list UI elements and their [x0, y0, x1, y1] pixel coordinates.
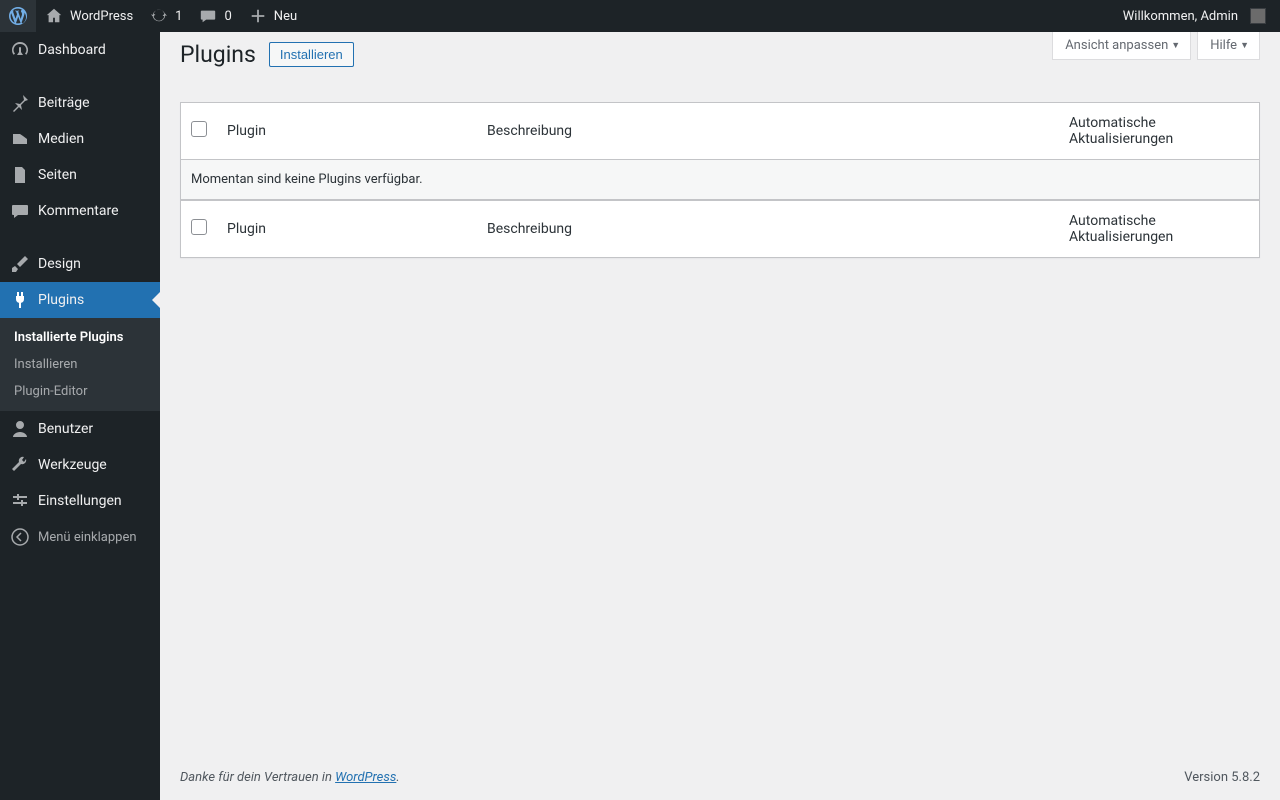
sidebar-item-label: Medien: [38, 131, 84, 147]
comment-icon: [10, 201, 30, 221]
plug-icon: [10, 290, 30, 310]
collapse-icon: [10, 527, 30, 547]
user-icon: [10, 419, 30, 439]
chevron-down-icon: ▼: [1171, 40, 1180, 51]
help-button[interactable]: Hilfe ▼: [1197, 32, 1260, 60]
sidebar-item-label: Plugins: [38, 292, 84, 308]
sidebar-item-comments[interactable]: Kommentare: [0, 193, 160, 229]
sidebar-item-settings[interactable]: Einstellungen: [0, 483, 160, 519]
select-all-header[interactable]: [181, 103, 217, 160]
submenu-item-install[interactable]: Installieren: [0, 351, 160, 378]
select-all-checkbox[interactable]: [191, 121, 207, 137]
wordpress-link[interactable]: WordPress: [335, 770, 396, 785]
brush-icon: [10, 254, 30, 274]
avatar-icon: [1250, 8, 1266, 24]
screen-options-label: Ansicht anpassen: [1065, 38, 1168, 53]
submenu-item-plugin-editor[interactable]: Plugin-Editor: [0, 378, 160, 405]
chevron-down-icon: ▼: [1240, 40, 1249, 51]
account-link[interactable]: Willkommen, Admin: [1115, 0, 1274, 32]
wrench-icon: [10, 455, 30, 475]
plugin-column-header[interactable]: Plugin: [217, 103, 477, 160]
footer-version: Version 5.8.2: [1184, 770, 1260, 785]
sidebar-item-label: Kommentare: [38, 203, 119, 219]
sidebar-item-pages[interactable]: Seiten: [0, 157, 160, 193]
comments-link[interactable]: 0: [190, 0, 239, 32]
plugin-column-footer[interactable]: Plugin: [217, 200, 477, 257]
plugins-table: Plugin Beschreibung Automatische Aktuali…: [180, 102, 1260, 258]
admin-footer: Danke für dein Vertrauen in WordPress. V…: [160, 755, 1280, 800]
updates-link[interactable]: 1: [141, 0, 190, 32]
media-icon: [10, 129, 30, 149]
updates-icon: [149, 6, 169, 26]
sidebar-item-users[interactable]: Benutzer: [0, 411, 160, 447]
select-all-checkbox-footer[interactable]: [191, 219, 207, 235]
footer-thanks: Danke für dein Vertrauen in WordPress.: [180, 770, 400, 785]
admin-toolbar: WordPress 1 0 Neu Willkommen, Admin: [0, 0, 1280, 32]
welcome-label: Willkommen, Admin: [1123, 9, 1238, 24]
new-content-link[interactable]: Neu: [240, 0, 305, 32]
sidebar-item-dashboard[interactable]: Dashboard: [0, 32, 160, 68]
wp-logo-link[interactable]: [0, 0, 36, 32]
updates-column-footer[interactable]: Automatische Aktualisierungen: [1059, 200, 1259, 257]
help-label: Hilfe: [1210, 38, 1237, 53]
collapse-menu-label: Menü einklappen: [38, 530, 137, 545]
admin-sidebar: Dashboard Beiträge Medien Seiten Komment…: [0, 32, 160, 800]
pin-icon: [10, 93, 30, 113]
page-header: Plugins Installieren: [180, 32, 1052, 72]
sidebar-item-label: Seiten: [38, 167, 77, 183]
comments-count: 0: [224, 9, 231, 24]
site-name-label: WordPress: [70, 9, 133, 24]
select-all-footer[interactable]: [181, 200, 217, 257]
screen-options-button[interactable]: Ansicht anpassen ▼: [1052, 32, 1191, 60]
sidebar-item-label: Werkzeuge: [38, 457, 107, 473]
submenu-plugins: Installierte Plugins Installieren Plugin…: [0, 318, 160, 411]
page-title: Plugins: [180, 41, 256, 68]
install-plugin-button[interactable]: Installieren: [269, 42, 354, 67]
sidebar-item-plugins[interactable]: Plugins: [0, 282, 160, 318]
sidebar-item-appearance[interactable]: Design: [0, 246, 160, 282]
description-column-footer[interactable]: Beschreibung: [477, 200, 1059, 257]
new-content-label: Neu: [274, 9, 297, 24]
sidebar-item-label: Beiträge: [38, 95, 90, 111]
description-column-header[interactable]: Beschreibung: [477, 103, 1059, 160]
collapse-menu-button[interactable]: Menü einklappen: [0, 519, 160, 555]
sliders-icon: [10, 491, 30, 511]
submenu-item-installed-plugins[interactable]: Installierte Plugins: [0, 324, 160, 351]
sidebar-item-posts[interactable]: Beiträge: [0, 85, 160, 121]
dashboard-icon: [10, 40, 30, 60]
plus-icon: [248, 6, 268, 26]
main-content: Ansicht anpassen ▼ Hilfe ▼ Plugins Insta…: [160, 32, 1280, 755]
empty-plugins-message: Momentan sind keine Plugins verfügbar.: [181, 160, 1259, 200]
updates-column-header[interactable]: Automatische Aktualisierungen: [1059, 103, 1259, 160]
page-icon: [10, 165, 30, 185]
home-icon: [44, 6, 64, 26]
wordpress-logo-icon: [8, 6, 28, 26]
updates-count: 1: [175, 9, 182, 24]
sidebar-item-label: Benutzer: [38, 421, 93, 437]
comments-icon: [198, 6, 218, 26]
sidebar-item-label: Einstellungen: [38, 493, 122, 509]
sidebar-item-label: Dashboard: [38, 42, 106, 58]
sidebar-item-media[interactable]: Medien: [0, 121, 160, 157]
sidebar-item-tools[interactable]: Werkzeuge: [0, 447, 160, 483]
site-name-link[interactable]: WordPress: [36, 0, 141, 32]
screen-meta-links: Ansicht anpassen ▼ Hilfe ▼: [1052, 32, 1260, 60]
sidebar-item-label: Design: [38, 256, 81, 272]
